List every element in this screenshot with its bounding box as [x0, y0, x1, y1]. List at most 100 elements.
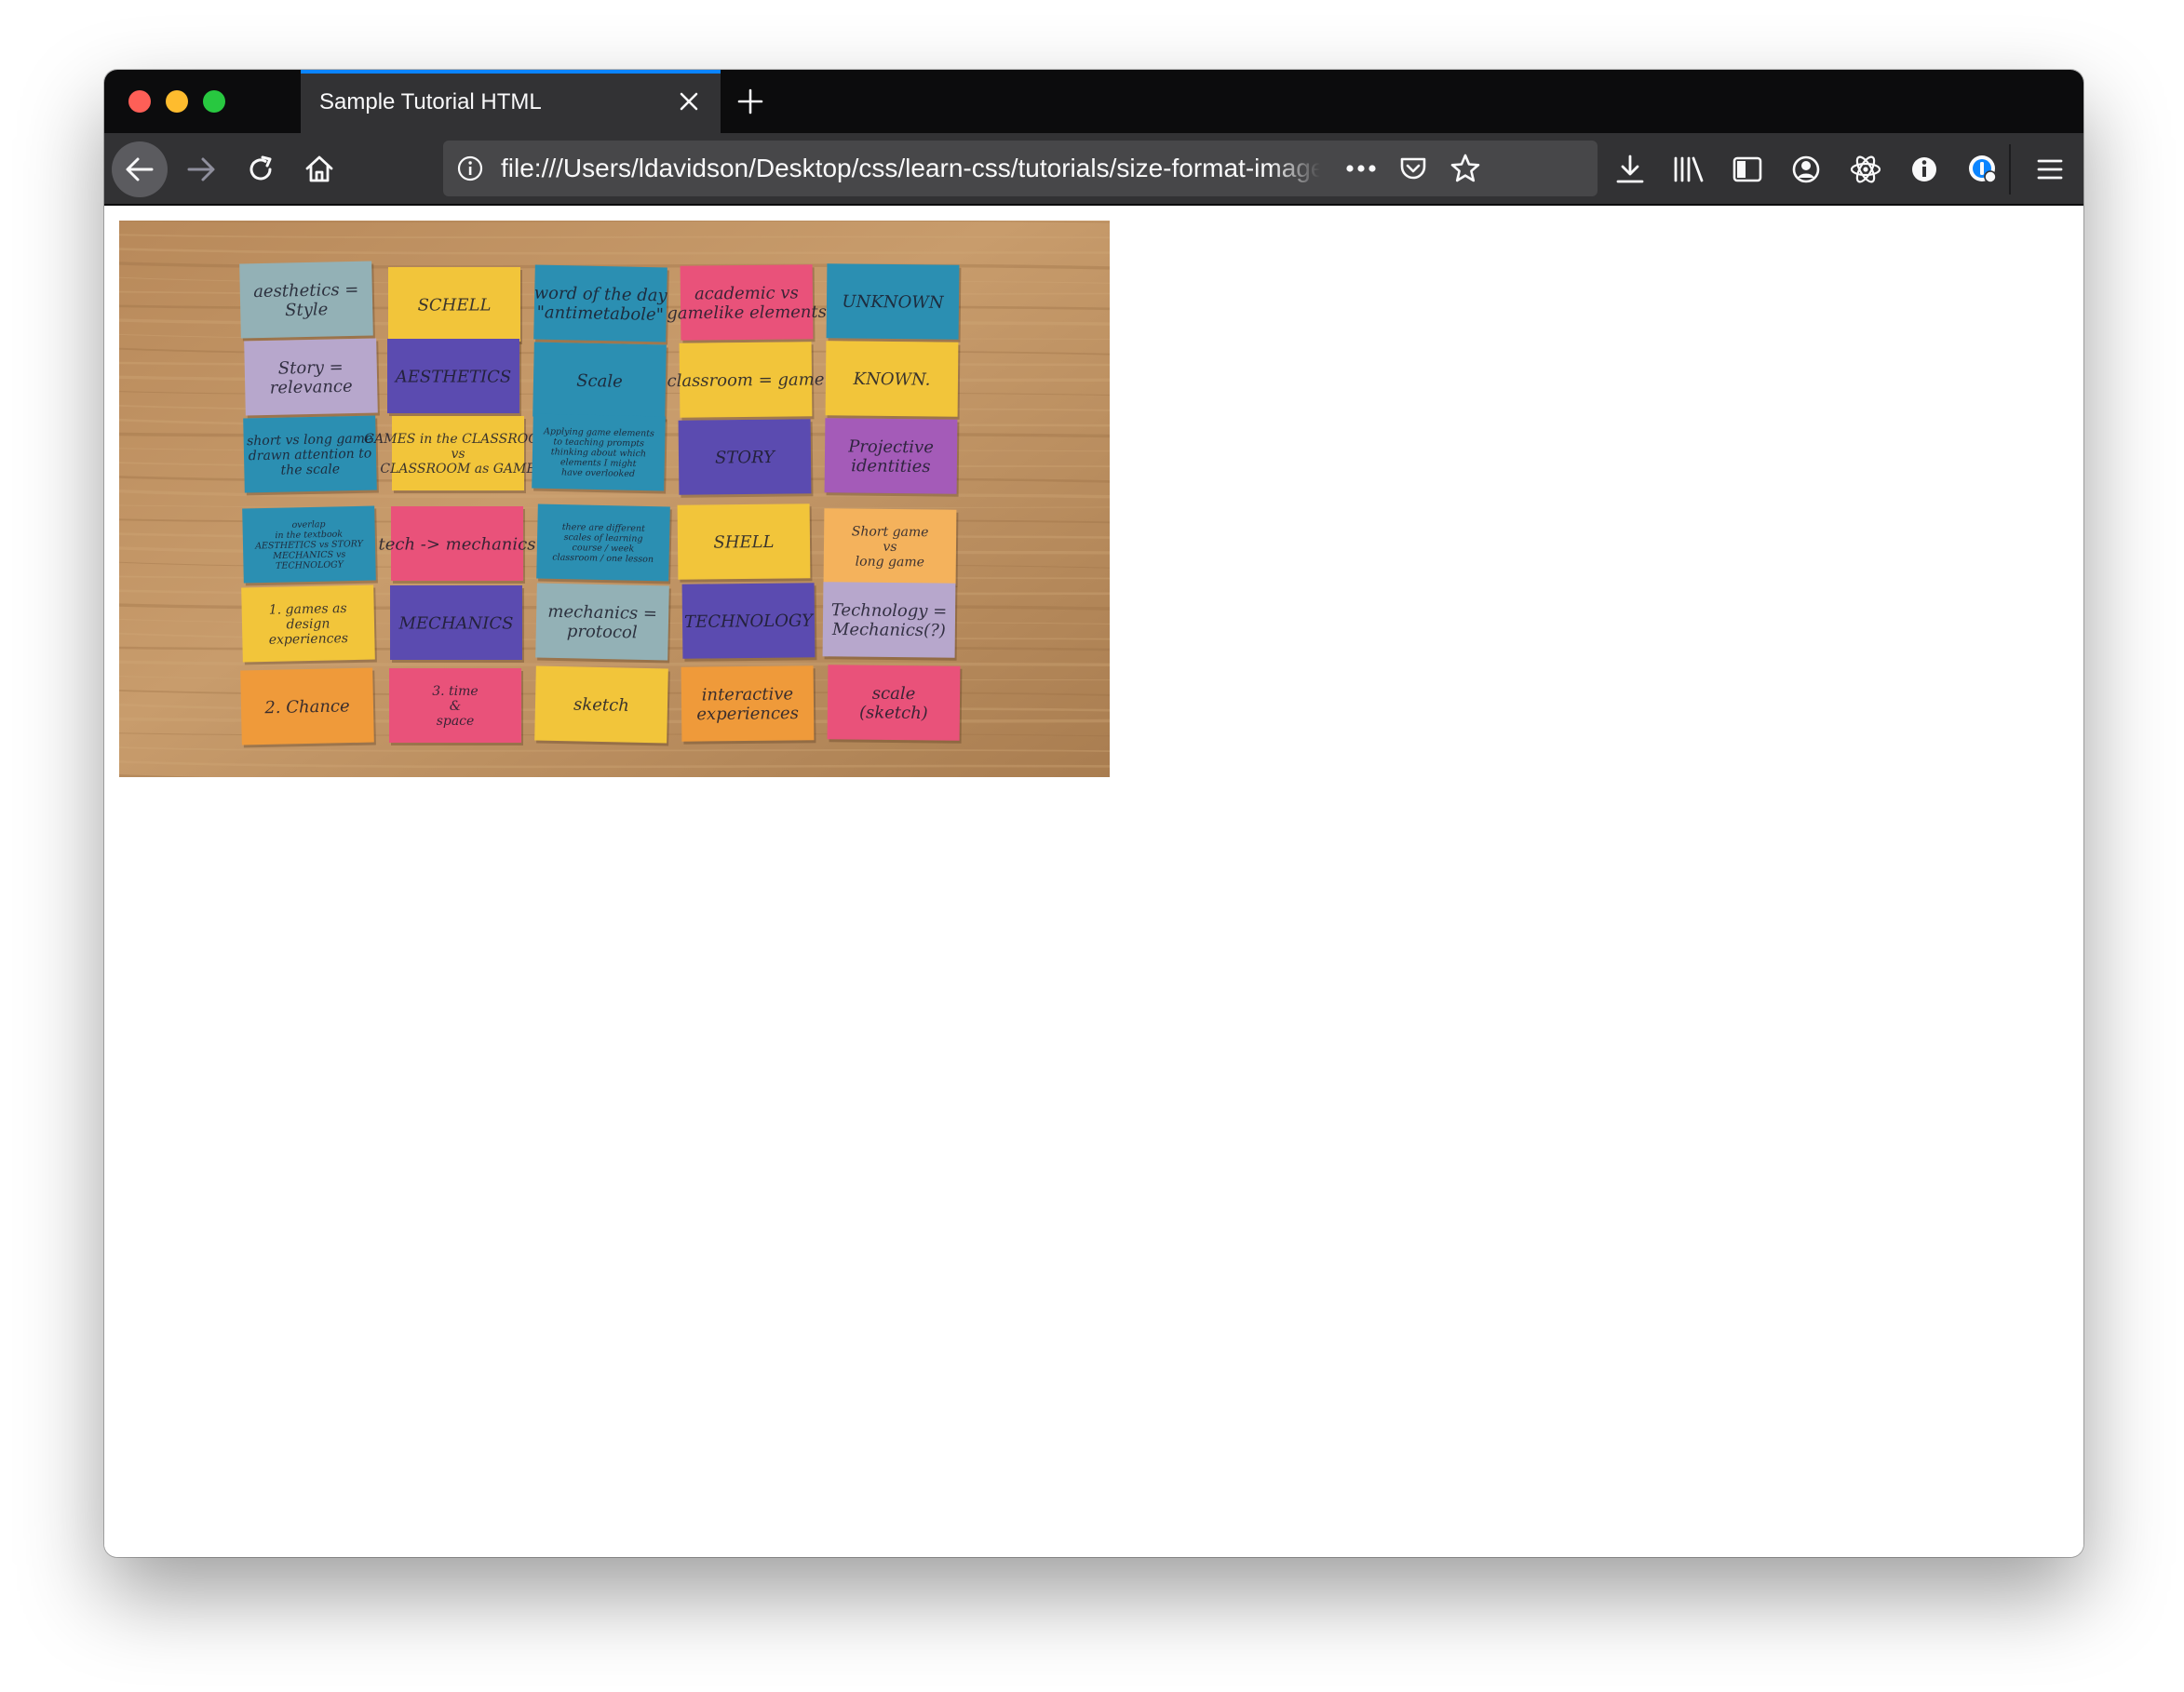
sticky-note: academic vsgamelike elements: [667, 264, 827, 343]
sticky-note: 2. Chance: [240, 667, 376, 748]
sticky-note-text: scale: [872, 684, 916, 704]
sticky-note-text: classroom = game: [667, 369, 824, 391]
toolbar-divider: [2009, 144, 2011, 195]
sticky-note-text: 2. Chance: [263, 696, 350, 718]
sticky-note-text: vs: [883, 540, 897, 555]
sticky-note-text: classroom / one lesson: [552, 553, 654, 565]
back-button[interactable]: [112, 141, 168, 197]
plus-icon[interactable]: [732, 83, 769, 120]
sticky-note-text: academic vs: [694, 283, 799, 303]
arrow-right-icon: [185, 154, 217, 185]
sticky-note: Applying game elementsto teaching prompt…: [532, 413, 667, 494]
arrow-left-icon: [124, 154, 155, 185]
sticky-note-text: MECHANICS: [398, 613, 513, 633]
sticky-note-text: interactive: [702, 684, 794, 705]
sticky-note-text: identities: [851, 456, 931, 477]
sticky-note-text: Technology =: [831, 600, 948, 621]
library-icon[interactable]: [1670, 151, 1707, 188]
sticky-note-text: SCHELL: [418, 295, 492, 315]
tab-bar: Sample Tutorial HTML: [104, 70, 2083, 133]
page-content: aesthetics = Style SCHELL word of the day "a…: [104, 206, 2083, 1557]
sticky-note-text: TECHNOLOGY: [276, 559, 345, 571]
sticky-note-text: gamelike elements: [667, 302, 827, 324]
download-icon[interactable]: [1611, 151, 1649, 188]
sticky-note: mechanics =protocol: [535, 583, 671, 664]
sticky-note: SHELL: [677, 504, 813, 583]
sticky-note-text: CLASSROOM as GAME: [380, 462, 535, 477]
sticky-note: tech -> mechanics: [379, 506, 536, 584]
home-icon: [303, 154, 335, 185]
sticky-note: Technology =Mechanics(?): [822, 582, 958, 661]
navigation-toolbar: file:///Users/ldavidson/Desktop/css/lear…: [104, 133, 2083, 206]
hamburger-menu-icon[interactable]: [2031, 151, 2069, 188]
sticky-note-text: 1. games as: [269, 601, 347, 618]
sticky-note: word of the day"antimetabole": [533, 264, 669, 345]
account-icon[interactable]: [1787, 151, 1825, 188]
sticky-note-text: the scale: [280, 462, 340, 477]
react-devtools-icon[interactable]: [1847, 151, 1884, 188]
password-manager-icon[interactable]: [1964, 151, 2002, 188]
sticky-note-text: (sketch): [859, 703, 928, 723]
sticky-note-text: protocol: [567, 622, 638, 643]
sticky-note: short vs long gamedrawn attention tothe …: [243, 415, 379, 496]
more-horizontal-icon[interactable]: [1344, 152, 1378, 185]
tab-active[interactable]: Sample Tutorial HTML: [301, 70, 721, 133]
sticky-note: aesthetics =Style: [239, 261, 375, 342]
sticky-note: interactiveexperiences: [681, 665, 816, 745]
sticky-notes-photo: aesthetics = Style SCHELL word of the day "a…: [119, 221, 1110, 777]
reload-button[interactable]: [233, 141, 289, 197]
url-bar[interactable]: file:///Users/ldavidson/Desktop/css/lear…: [443, 141, 1598, 196]
sticky-note-text: space: [437, 714, 475, 729]
sidebar-icon[interactable]: [1729, 151, 1766, 188]
sticky-note-text: Story =: [278, 357, 344, 378]
sticky-note-text: TECHNOLOGY: [684, 611, 815, 632]
forward-button[interactable]: [173, 141, 229, 197]
browser-window: Sample Tutorial HTML file:///Users/ldavi…: [104, 70, 2083, 1557]
sticky-note: Story =relevance: [244, 338, 380, 419]
window-close-button[interactable]: [128, 90, 151, 113]
sticky-note-text: experiences: [696, 704, 799, 724]
window-minimize-button[interactable]: [166, 90, 188, 113]
sticky-note-text: Mechanics(?): [831, 620, 946, 640]
info-icon[interactable]: [456, 154, 484, 182]
tab-title: Sample Tutorial HTML: [319, 89, 542, 114]
sticky-note: KNOWN.: [825, 341, 961, 420]
pocket-icon[interactable]: [1396, 152, 1430, 185]
sticky-note-text: Projective: [847, 436, 934, 457]
sticky-note-text: KNOWN.: [852, 369, 930, 390]
sticky-note: 1. games asdesignexperiences: [241, 584, 377, 665]
sticky-note: classroom = game: [667, 342, 825, 421]
sticky-note: scale(sketch): [827, 665, 963, 744]
sticky-note: GAMES in the CLASSROOMvsCLASSROOM as GAM…: [364, 416, 553, 493]
sticky-note-text: AESTHETICS: [394, 367, 512, 386]
sticky-note: SCHELL: [388, 267, 522, 344]
close-icon[interactable]: [674, 87, 704, 116]
sticky-note-text: design: [286, 616, 330, 632]
sticky-note-text: Scale: [576, 371, 623, 392]
sticky-note-text: tech -> mechanics: [379, 534, 536, 554]
sticky-note: Scale: [533, 342, 668, 423]
home-button[interactable]: [291, 141, 347, 197]
url-text[interactable]: file:///Users/ldavidson/Desktop/css/lear…: [501, 154, 1320, 183]
sticky-note-text: Short game: [852, 524, 929, 540]
extension-info-icon[interactable]: [1906, 151, 1943, 188]
sticky-note-text: GAMES in the CLASSROOM: [364, 432, 553, 447]
reload-icon: [245, 154, 276, 185]
sticky-note-text: experiences: [269, 631, 349, 648]
sticky-note-text: "antimetabole": [536, 302, 664, 325]
sticky-note: Short gamevslong game: [823, 508, 959, 587]
sticky-note-text: &: [450, 699, 461, 714]
sticky-note: sketch: [534, 665, 670, 746]
sticky-note-text: have overlooked: [561, 467, 635, 479]
sticky-note: STORY: [678, 419, 814, 498]
window-maximize-button[interactable]: [203, 90, 225, 113]
sticky-note-text: Style: [285, 300, 329, 320]
sticky-note: Projectiveidentities: [824, 418, 960, 497]
sticky-note-text: vs: [451, 447, 465, 462]
sticky-note-text: STORY: [715, 448, 776, 468]
sticky-note-text: mechanics =: [547, 602, 657, 624]
sticky-note-text: long game: [856, 555, 924, 571]
sticky-note: AESTHETICS: [387, 339, 521, 416]
sticky-note-text: SHELL: [713, 532, 774, 553]
star-icon[interactable]: [1449, 152, 1482, 185]
